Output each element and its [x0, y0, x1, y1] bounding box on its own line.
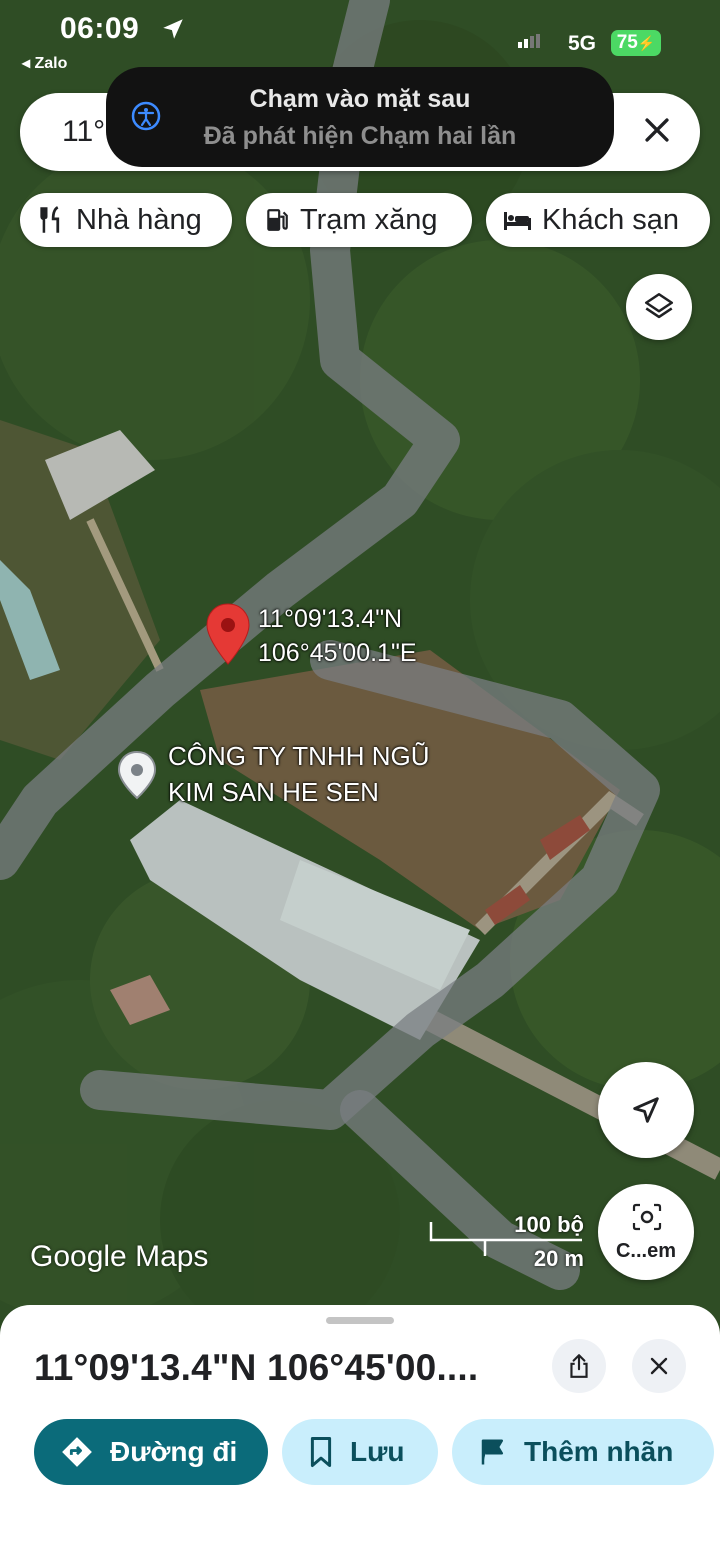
close-icon	[650, 1357, 668, 1375]
close-icon[interactable]	[640, 113, 674, 147]
pin-latitude: 11°09'13.4"N	[258, 605, 403, 633]
add-label-button[interactable]: Thêm nhãn	[452, 1419, 714, 1485]
place-name-line2: KIM SAN HE SEN	[168, 777, 379, 807]
save-label: Lưu	[350, 1436, 405, 1467]
network-type: 5G	[568, 32, 597, 55]
share-button[interactable]	[552, 1339, 606, 1393]
chip-restaurants[interactable]: Nhà hàng	[20, 193, 232, 247]
place-bottom-sheet: 11°09'13.4"N 106°45'00.... Đường đi Lưu …	[0, 1305, 720, 1557]
save-button[interactable]: Lưu	[282, 1419, 438, 1485]
location-arrow-icon	[163, 19, 183, 39]
scale-imperial: 100 bộ	[514, 1212, 584, 1237]
charging-icon: ⚡	[637, 34, 656, 51]
lens-button[interactable]: C...em	[598, 1184, 694, 1280]
toast-title: Chạm vào mặt sau	[249, 85, 471, 113]
signal-icon	[518, 34, 540, 48]
google-maps-logo: Google Maps	[30, 1240, 209, 1273]
bookmark-icon	[310, 1436, 332, 1468]
hotel-icon	[504, 212, 531, 230]
place-name-label[interactable]: CÔNG TY TNHH NGŨ KIM SAN HE SEN	[168, 738, 429, 810]
battery-level: 75	[616, 32, 638, 53]
accessibility-toast: Chạm vào mặt sau Đã phát hiện Chạm hai l…	[106, 67, 614, 167]
place-name-line1: CÔNG TY TNHH NGŨ	[168, 741, 430, 771]
gas-station-icon	[267, 209, 288, 231]
share-icon	[570, 1354, 588, 1378]
map-scale: 100 bộ 20 m	[428, 1210, 588, 1271]
directions-button[interactable]: Đường đi	[34, 1419, 268, 1485]
chip-label: Nhà hàng	[76, 203, 202, 236]
directions-icon	[62, 1437, 92, 1467]
dropped-pin-icon[interactable]	[204, 602, 252, 668]
scale-metric: 20 m	[533, 1246, 584, 1271]
chip-label: Trạm xăng	[300, 203, 438, 236]
layers-button[interactable]	[626, 274, 692, 340]
my-location-button[interactable]	[598, 1062, 694, 1158]
lens-label: C...em	[615, 1240, 677, 1262]
chip-label: Khách sạn	[542, 203, 680, 236]
back-to-app-link[interactable]: ◂ Zalo	[22, 53, 67, 73]
add-label-text: Thêm nhãn	[524, 1436, 674, 1467]
directions-label: Đường đi	[110, 1436, 238, 1467]
chip-gas-stations[interactable]: Trạm xăng	[246, 193, 472, 247]
sheet-coordinates-title: 11°09'13.4"N 106°45'00....	[34, 1347, 479, 1388]
toast-subtitle: Đã phát hiện Chạm hai lần	[203, 122, 517, 150]
clock: 06:09	[60, 12, 140, 45]
place-marker-icon[interactable]	[116, 750, 158, 800]
layers-icon	[644, 292, 674, 319]
pin-coordinates-label: 11°09'13.4"N 106°45'00.1"E	[258, 602, 417, 670]
flag-icon	[481, 1439, 503, 1465]
camera-lens-icon	[632, 1203, 662, 1231]
drag-handle[interactable]	[326, 1317, 394, 1324]
battery-indicator: 75 ⚡	[611, 30, 661, 56]
pin-longitude: 106°45'00.1"E	[258, 639, 417, 667]
close-sheet-button[interactable]	[632, 1339, 686, 1393]
restaurant-icon	[40, 206, 60, 233]
chip-hotels[interactable]: Khách sạn	[486, 193, 710, 247]
navigation-arrow-icon	[633, 1097, 659, 1123]
